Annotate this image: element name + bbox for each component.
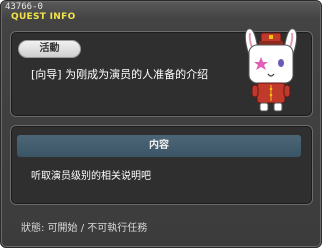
window-title: QUEST INFO bbox=[11, 12, 76, 22]
quest-status: 狀態: 可開始 / 不可執行任務 bbox=[21, 223, 148, 234]
activity-badge: 活動 bbox=[18, 40, 81, 58]
quest-info-window: 43766-0 QUEST INFO 活動 [向导] 为刚成为演员的人准备的介绍 bbox=[0, 0, 322, 248]
quest-name: [向导] 为刚成为演员的人准备的介绍 bbox=[31, 68, 209, 81]
rabbit-bellhop-npc-icon bbox=[244, 28, 298, 112]
content-header: 内容 bbox=[17, 135, 301, 157]
content-text: 听取演员级别的相关说明吧 bbox=[31, 171, 151, 182]
